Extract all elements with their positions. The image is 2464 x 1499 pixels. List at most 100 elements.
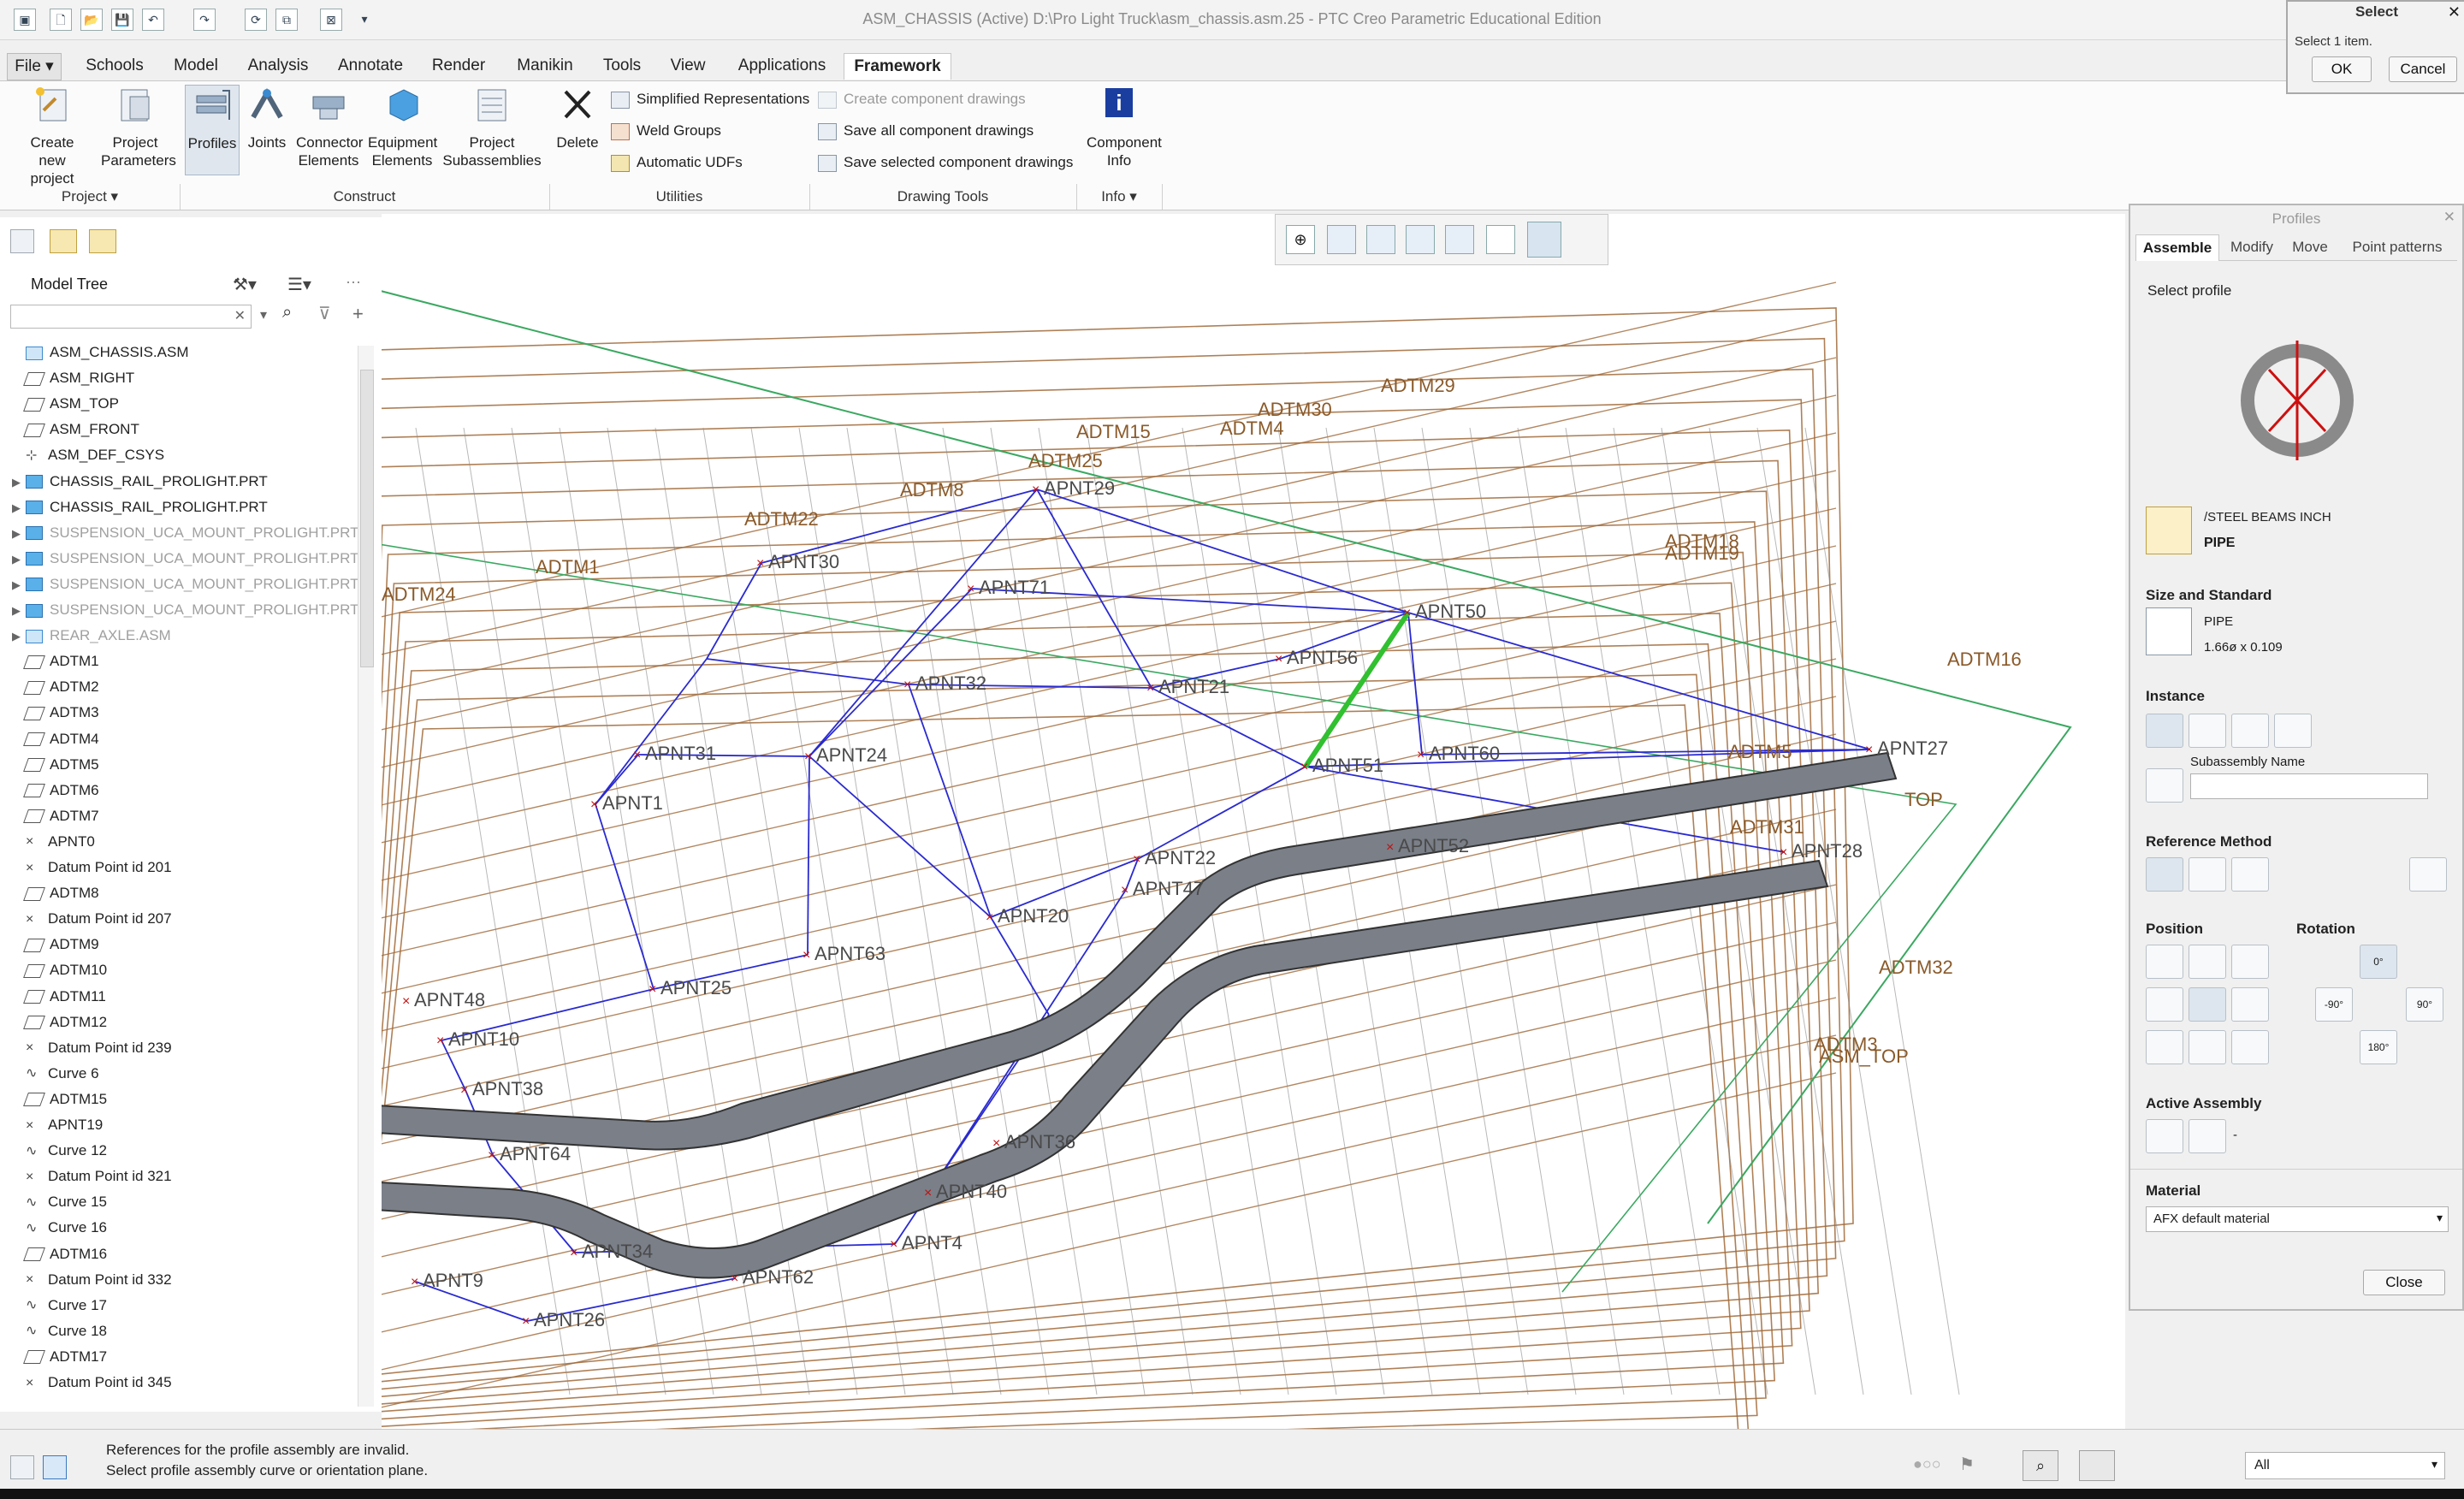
sketch-curve[interactable] bbox=[1407, 612, 1423, 755]
datum-point-marker[interactable]: × bbox=[436, 1034, 444, 1048]
datum-point-marker[interactable]: × bbox=[1121, 883, 1128, 898]
position-bottom-left-icon[interactable] bbox=[2146, 1030, 2183, 1064]
datum-display-filters-icon[interactable] bbox=[1486, 225, 1515, 254]
save-all-component-drawings-button[interactable]: Save all component drawings bbox=[818, 118, 1034, 144]
rotation-180-button[interactable]: 180° bbox=[2360, 1030, 2397, 1064]
tree-item[interactable]: ▶ SUSPENSION_UCA_MOUNT_PROLIGHT.PRT bbox=[7, 598, 358, 622]
tree-item[interactable]: ADTM2 bbox=[7, 675, 99, 699]
sketch-curve[interactable] bbox=[990, 916, 1050, 1016]
tab-tools[interactable]: Tools bbox=[595, 53, 649, 79]
filter-icon[interactable]: ⊽ bbox=[318, 303, 331, 324]
datum-plane-label[interactable]: ADTM1 bbox=[536, 556, 600, 578]
position-mid-right-icon[interactable] bbox=[2231, 987, 2269, 1022]
show-menu-icon[interactable]: ☰▾ bbox=[287, 274, 311, 295]
grid-line[interactable] bbox=[1277, 427, 1433, 1395]
tab-modify[interactable]: Modify bbox=[2221, 234, 2283, 260]
project-parameters-button[interactable]: Project Parameters bbox=[96, 85, 176, 169]
tab-analysis[interactable]: Analysis bbox=[240, 53, 317, 79]
tab-framework[interactable]: Framework bbox=[844, 53, 951, 80]
tree-item[interactable]: ∿ Curve 18 bbox=[7, 1319, 107, 1343]
datum-point-marker[interactable]: × bbox=[1275, 652, 1282, 667]
datum-point-label[interactable]: APNT62 bbox=[743, 1266, 814, 1288]
datum-point-label[interactable]: APNT38 bbox=[472, 1078, 543, 1099]
model-tree-tab-icon[interactable] bbox=[10, 229, 34, 253]
tree-item[interactable]: × Datum Point id 239 bbox=[7, 1036, 172, 1060]
active-assembly-set-icon[interactable] bbox=[2189, 1119, 2226, 1153]
tree-item[interactable]: ADTM1 bbox=[7, 649, 99, 673]
datum-point-label[interactable]: APNT34 bbox=[582, 1241, 653, 1262]
datum-point-label[interactable]: APNT27 bbox=[1877, 738, 1948, 759]
display-style-icon[interactable] bbox=[1366, 225, 1395, 254]
sketch-curve[interactable] bbox=[595, 803, 654, 990]
material-select[interactable]: AFX default material ▾ bbox=[2146, 1206, 2449, 1232]
position-center-icon[interactable] bbox=[2189, 987, 2226, 1022]
datum-point-marker[interactable]: × bbox=[756, 556, 764, 571]
tab-applications[interactable]: Applications bbox=[729, 53, 835, 79]
datum-point-label[interactable]: APNT52 bbox=[1398, 835, 1469, 856]
datum-point-marker[interactable]: × bbox=[460, 1083, 468, 1098]
profiles-close-button[interactable]: Close bbox=[2363, 1270, 2445, 1295]
sketch-curve[interactable] bbox=[1137, 766, 1306, 860]
datum-plane-outline[interactable] bbox=[382, 521, 1793, 1429]
datum-point-marker[interactable]: × bbox=[488, 1148, 495, 1163]
profile-library-folder-icon[interactable] bbox=[2146, 507, 2192, 554]
datum-plane-label[interactable]: ADTM4 bbox=[1220, 418, 1284, 439]
rotation-90-button[interactable]: 90° bbox=[2406, 987, 2443, 1022]
tree-item[interactable]: ∿ Curve 6 bbox=[7, 1062, 99, 1086]
sketch-curve[interactable] bbox=[595, 658, 708, 805]
grid-line[interactable] bbox=[1661, 427, 1816, 1395]
datum-point-marker[interactable]: × bbox=[731, 1271, 738, 1286]
datum-plane-label[interactable]: ADTM5 bbox=[1728, 741, 1792, 762]
connector-elements-button[interactable]: Connector Elements bbox=[294, 85, 363, 169]
datum-point-label[interactable]: APNT63 bbox=[814, 943, 886, 964]
select-dialog-close-icon[interactable]: ✕ bbox=[2448, 3, 2461, 21]
datum-plane-label[interactable]: ADTM32 bbox=[1879, 957, 1953, 978]
add-column-icon[interactable]: + bbox=[352, 303, 364, 325]
find-binoculars-icon[interactable]: ⌕ bbox=[2023, 1450, 2058, 1481]
tree-item[interactable]: ASM_CHASSIS.ASM bbox=[7, 341, 189, 364]
datum-point-marker[interactable]: × bbox=[633, 748, 641, 762]
datum-point-label[interactable]: APNT47 bbox=[1133, 878, 1204, 899]
datum-plane-edge[interactable] bbox=[382, 357, 1837, 700]
tab-render[interactable]: Render bbox=[424, 53, 493, 79]
datum-point-marker[interactable]: × bbox=[890, 1237, 897, 1252]
datum-point-label[interactable]: APNT30 bbox=[768, 551, 839, 572]
datum-plane-label[interactable]: ADTM25 bbox=[1028, 450, 1103, 471]
grid-line[interactable] bbox=[1086, 427, 1241, 1395]
datum-point-label[interactable]: APNT60 bbox=[1429, 743, 1500, 764]
datum-point-label[interactable]: APNT21 bbox=[1158, 676, 1229, 697]
sketch-curve[interactable] bbox=[808, 755, 992, 918]
expand-arrow-icon[interactable]: ▶ bbox=[7, 471, 26, 495]
datum-point-label[interactable]: APNT51 bbox=[1312, 755, 1383, 776]
search-dropdown-icon[interactable]: ▾ bbox=[260, 306, 267, 323]
save-selected-component-drawings-button[interactable]: Save selected component drawings bbox=[818, 150, 1073, 175]
expand-arrow-icon[interactable]: ▶ bbox=[7, 573, 26, 597]
datum-plane-label[interactable]: ADTM8 bbox=[900, 479, 964, 501]
tree-item[interactable]: ADTM3 bbox=[7, 701, 99, 725]
datum-point-label[interactable]: APNT20 bbox=[998, 905, 1069, 927]
position-top-left-icon[interactable] bbox=[2146, 945, 2183, 979]
grid-line[interactable] bbox=[1756, 427, 1912, 1395]
datum-point-marker[interactable]: × bbox=[803, 948, 810, 963]
datum-point-marker[interactable]: × bbox=[967, 582, 974, 596]
active-assembly-select-icon[interactable] bbox=[2146, 1119, 2183, 1153]
position-mid-left-icon[interactable] bbox=[2146, 987, 2183, 1022]
datum-point-label[interactable]: APNT10 bbox=[448, 1028, 519, 1050]
tree-item[interactable]: ADTM16 bbox=[7, 1242, 107, 1266]
datum-point-marker[interactable]: × bbox=[992, 1136, 1000, 1151]
simplified-representations-button[interactable]: Simplified Representations bbox=[611, 86, 809, 112]
clear-search-icon[interactable]: ✕ bbox=[234, 307, 246, 324]
datum-point-label[interactable]: APNT32 bbox=[915, 672, 986, 694]
profiles-button[interactable]: Profiles bbox=[185, 85, 240, 175]
datum-point-marker[interactable]: × bbox=[903, 678, 911, 692]
tree-scrollbar[interactable] bbox=[358, 346, 374, 1407]
material-dropdown-icon[interactable]: ▾ bbox=[2437, 1211, 2443, 1225]
datum-point-marker[interactable]: × bbox=[1032, 483, 1040, 497]
sketch-curve[interactable] bbox=[1407, 612, 1871, 750]
tree-item[interactable]: ADTM8 bbox=[7, 881, 99, 905]
tree-item[interactable]: ADTM7 bbox=[7, 804, 99, 828]
tree-item[interactable]: ▶ SUSPENSION_UCA_MOUNT_PROLIGHT.PRT bbox=[7, 521, 358, 545]
view-manager-icon[interactable] bbox=[1445, 225, 1474, 254]
datum-point-marker[interactable]: × bbox=[590, 797, 598, 812]
tree-search-input[interactable]: ✕ bbox=[10, 305, 252, 329]
